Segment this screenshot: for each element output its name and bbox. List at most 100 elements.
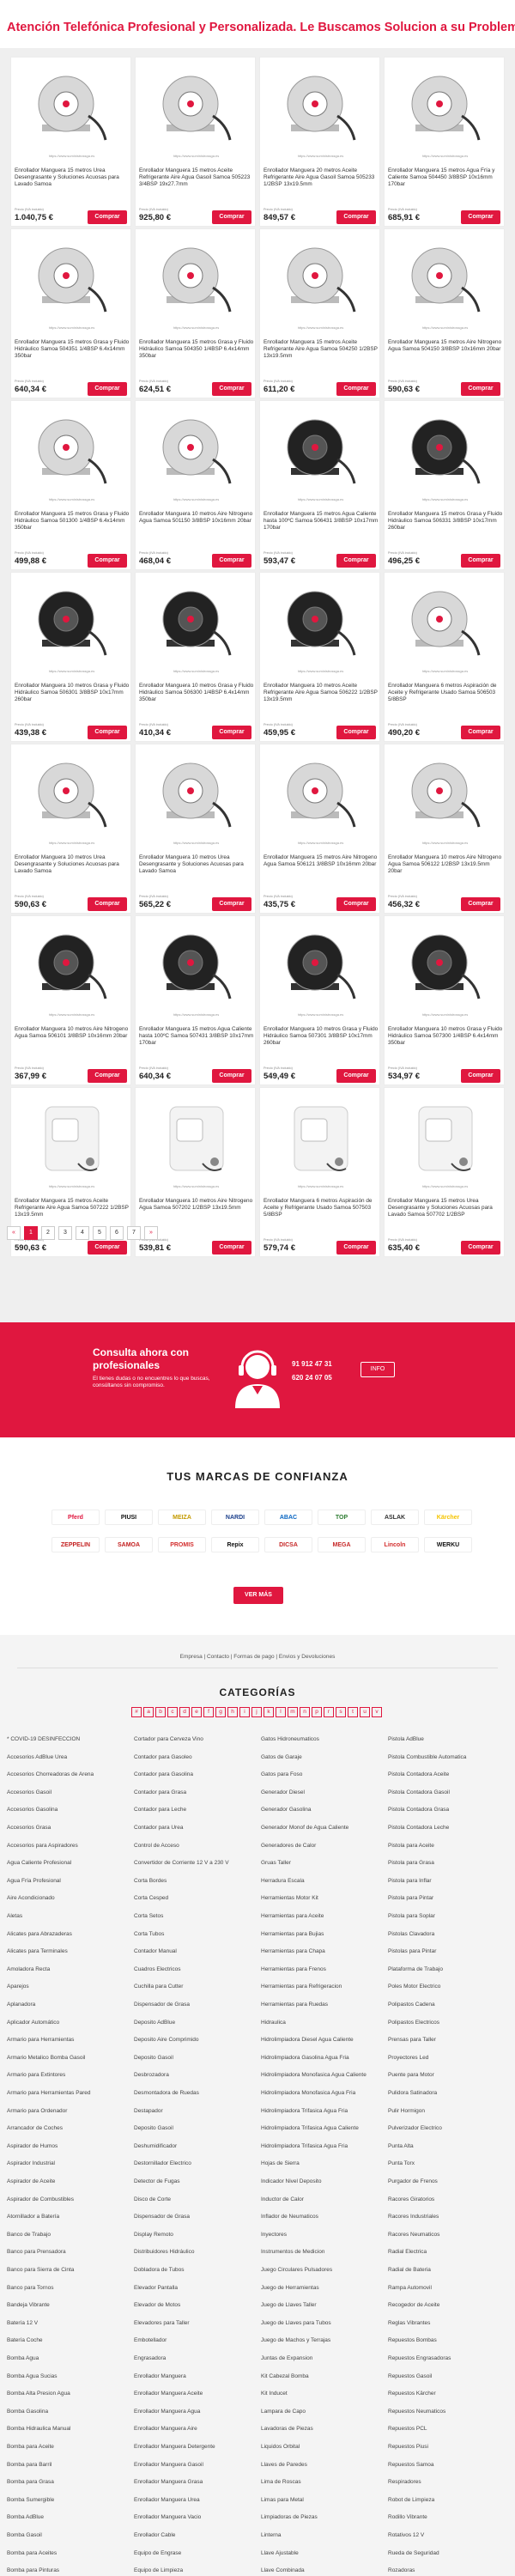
product-name[interactable]: Enrollador Manguera 10 metros Grasa y Fl… <box>15 683 130 711</box>
buy-button[interactable]: Comprar <box>336 382 376 396</box>
product-card[interactable]: https://www.suministrossga.es Enrollador … <box>10 57 131 227</box>
category-link[interactable]: Racores Neumaticos <box>388 2232 505 2239</box>
category-link[interactable]: Banco para Prensadora <box>7 2249 124 2256</box>
category-link[interactable]: Contador Manual <box>134 1948 251 1955</box>
category-link[interactable]: Rotativos 12 V <box>388 2532 505 2539</box>
category-link[interactable]: Repuestos Bombas <box>388 2337 505 2344</box>
category-link[interactable]: Herramientas para Chapa <box>261 1948 378 1955</box>
brand-logo[interactable]: ZEPPELIN <box>52 1537 100 1552</box>
category-link[interactable]: Display Remoto <box>134 2232 251 2239</box>
product-name[interactable]: Enrollador Manguera 10 metros Aire Nitro… <box>15 1026 130 1054</box>
letter-filter[interactable]: n <box>300 1707 310 1717</box>
category-link[interactable]: Gruas Taller <box>261 1860 378 1867</box>
category-link[interactable]: Corta Tubos <box>134 1931 251 1938</box>
category-link[interactable]: Recogedor de Aceite <box>388 2302 505 2309</box>
product-name[interactable]: Enrollador Manguera 15 metros Grasa y Fl… <box>139 339 254 368</box>
buy-button[interactable]: Comprar <box>336 726 376 739</box>
category-link[interactable]: Disco de Corte <box>134 2196 251 2203</box>
category-link[interactable]: Pistolas Clavadora <box>388 1931 505 1938</box>
product-card[interactable]: https://www.suministrossga.es Enrollador … <box>135 228 256 398</box>
phone-number-2[interactable]: 620 24 07 05 <box>292 1374 332 1382</box>
product-name[interactable]: Enrollador Manguera 10 metros Aire Nitro… <box>388 854 503 883</box>
category-link[interactable]: Llave Combinada <box>261 2567 378 2574</box>
category-link[interactable]: Accesorios para Aspiradores <box>7 1843 124 1850</box>
category-link[interactable]: Bomba para Barril <box>7 2462 124 2469</box>
category-link[interactable]: Llaves de Paredes <box>261 2462 378 2469</box>
letter-filter[interactable]: a <box>143 1707 154 1717</box>
hose-reel-image[interactable] <box>402 580 488 665</box>
category-link[interactable]: Bomba Agua Sucias <box>7 2373 124 2380</box>
category-link[interactable]: Aspirador de Humos <box>7 2143 124 2150</box>
category-link[interactable]: Repuestos Piusi <box>388 2444 505 2451</box>
category-link[interactable]: Limpiadoras de Piezas <box>261 2514 378 2521</box>
category-link[interactable]: Enrollador Manguera Vacio <box>134 2514 251 2521</box>
category-link[interactable]: Instrumentos de Medicion <box>261 2249 378 2256</box>
category-link[interactable]: Hidrolimpiadora Trifasica Agua Caliente <box>261 2125 378 2132</box>
buy-button[interactable]: Comprar <box>336 1241 376 1255</box>
category-link[interactable]: Bomba Gasoil <box>7 2532 124 2539</box>
category-link[interactable]: Pulidora Satinadora <box>388 2090 505 2097</box>
category-link[interactable]: Contador para Grasa <box>134 1789 251 1796</box>
category-link[interactable]: Bomba para Grasa <box>7 2479 124 2486</box>
category-link[interactable]: Racores Industriales <box>388 2214 505 2221</box>
buy-button[interactable]: Comprar <box>88 726 127 739</box>
brand-logo[interactable]: PROMIS <box>158 1537 206 1552</box>
letter-filter[interactable]: u <box>360 1707 370 1717</box>
hose-reel-box-image[interactable] <box>277 1095 363 1181</box>
category-link[interactable]: Generador Monof de Agua Caliente <box>261 1825 378 1832</box>
category-link[interactable]: Alicates para Abrazaderas <box>7 1931 124 1938</box>
category-link[interactable]: Pistola Contadora Leche <box>388 1825 505 1832</box>
product-name[interactable]: Enrollador Manguera 10 metros Grasa y Fl… <box>264 1026 379 1054</box>
buy-button[interactable]: Comprar <box>461 382 500 396</box>
category-link[interactable]: Bandeja Vibrante <box>7 2302 124 2309</box>
category-link[interactable]: Accesorios AdBlue Urea <box>7 1754 124 1761</box>
category-link[interactable]: Contador para Gasoleo <box>134 1754 251 1761</box>
product-name[interactable]: Enrollador Manguera 10 metros Aire Nitro… <box>139 1198 254 1226</box>
category-link[interactable]: Aspirador Industrial <box>7 2160 124 2167</box>
letter-filter[interactable]: v <box>372 1707 382 1717</box>
category-link[interactable]: Hidrolimpiadora Gasolina Agua Fria <box>261 2055 378 2062</box>
page-button[interactable]: 5 <box>93 1226 106 1240</box>
category-link[interactable]: Cortador para Cerveza Vino <box>134 1736 251 1743</box>
category-link[interactable]: Contador para Leche <box>134 1807 251 1814</box>
category-link[interactable]: Pistolas para Pintar <box>388 1948 505 1955</box>
category-link[interactable]: Aspirador de Combustibles <box>7 2196 124 2203</box>
category-link[interactable]: Detector de Fugas <box>134 2178 251 2185</box>
category-link[interactable]: Bomba Gasolina <box>7 2409 124 2415</box>
product-name[interactable]: Enrollador Manguera 15 metros Grasa y Fl… <box>15 339 130 368</box>
letter-filter[interactable]: s <box>336 1707 346 1717</box>
letter-filter[interactable]: i <box>239 1707 250 1717</box>
brand-logo[interactable]: NARDI <box>211 1510 259 1525</box>
category-link[interactable]: Destapador <box>134 2108 251 2115</box>
product-card[interactable]: https://www.suministrossga.es Enrollador … <box>384 744 505 914</box>
hose-reel-image[interactable] <box>402 923 488 1009</box>
hose-reel-image[interactable] <box>28 751 114 837</box>
hose-reel-image[interactable] <box>28 236 114 322</box>
category-link[interactable]: Polipastos Electricos <box>388 2020 505 2026</box>
product-name[interactable]: Enrollador Manguera 10 metros Urea Desen… <box>139 854 254 883</box>
category-link[interactable]: Pistola para Pintar <box>388 1895 505 1902</box>
product-card[interactable]: https://www.suministrossga.es Enrollador … <box>135 57 256 227</box>
page-button[interactable]: 3 <box>58 1226 72 1240</box>
page-button[interactable]: 4 <box>76 1226 89 1240</box>
category-link[interactable]: Bomba para Aceites <box>7 2550 124 2557</box>
product-card[interactable]: https://www.suministrossga.es Enrollador … <box>384 400 505 570</box>
product-name[interactable]: Enrollador Manguera 15 metros Urea Desen… <box>388 1198 503 1226</box>
product-card[interactable]: https://www.suministrossga.es Enrollador … <box>259 915 380 1085</box>
letter-filter[interactable]: g <box>215 1707 226 1717</box>
hose-reel-image[interactable] <box>402 236 488 322</box>
category-link[interactable]: Banco para Sierra de Cinta <box>7 2267 124 2274</box>
letter-filter[interactable]: # <box>131 1707 142 1717</box>
letter-filter[interactable]: r <box>324 1707 334 1717</box>
product-card[interactable]: https://www.suministrossga.es Enrollador … <box>135 572 256 742</box>
category-link[interactable]: Gatos de Garaje <box>261 1754 378 1761</box>
hose-reel-image[interactable] <box>277 751 363 837</box>
category-link[interactable]: Kit Inducet <box>261 2391 378 2397</box>
buy-button[interactable]: Comprar <box>88 210 127 224</box>
buy-button[interactable]: Comprar <box>212 554 251 568</box>
buy-button[interactable]: Comprar <box>88 1241 127 1255</box>
category-link[interactable]: Herramientas para Ruedas <box>261 2002 378 2008</box>
product-name[interactable]: Enrollador Manguera 15 metros Grasa y Fl… <box>388 511 503 539</box>
buy-button[interactable]: Comprar <box>212 210 251 224</box>
category-link[interactable]: * COVID-19 DESINFECCION <box>7 1736 124 1743</box>
